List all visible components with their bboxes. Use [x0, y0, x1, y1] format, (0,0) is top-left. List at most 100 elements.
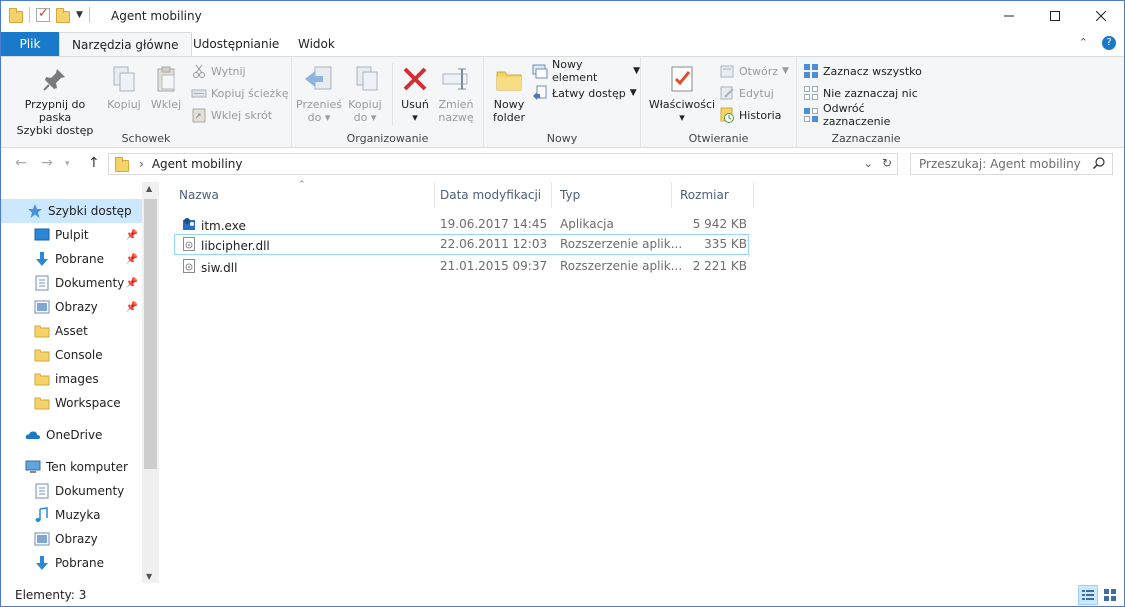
nav-item-workspace[interactable]: Workspace	[1, 391, 142, 415]
tab-home[interactable]: Narzędzia główne	[59, 32, 192, 56]
paste-button[interactable]: Wklej	[147, 63, 185, 111]
recent-locations-chevron-icon[interactable]: ▾	[65, 159, 70, 169]
address-history-chevron-icon[interactable]: ⌄	[864, 157, 873, 170]
cut-button[interactable]: Wytnij	[191, 61, 246, 81]
nav-item-this-pc[interactable]: Ten komputer	[1, 455, 142, 479]
nav-item-desktop[interactable]: Pulpit 📌	[1, 223, 142, 247]
tab-share[interactable]: Udostępnianie	[181, 32, 291, 56]
nav-item-downloads[interactable]: Pobrane 📌	[1, 247, 142, 271]
open-label: Otwórz	[739, 64, 778, 78]
paste-shortcut-button[interactable]: Wklej skrót	[191, 105, 272, 125]
search-icon[interactable]	[1092, 157, 1105, 172]
invert-selection-button[interactable]: Odwróć zaznaczenie	[803, 102, 935, 128]
nav-item-pc-pictures[interactable]: Obrazy	[1, 527, 142, 551]
up-arrow-icon[interactable]: ↑	[88, 155, 100, 171]
nav-item-onedrive[interactable]: OneDrive	[1, 423, 142, 447]
minimize-icon	[1004, 15, 1014, 17]
nav-item-console[interactable]: Console	[1, 343, 142, 367]
column-header-type[interactable]: Typ	[552, 182, 672, 208]
close-button[interactable]	[1078, 1, 1124, 31]
copy-button[interactable]: Kopiuj	[105, 63, 143, 111]
properties-icon[interactable]	[36, 6, 50, 22]
quick-access-toolbar: ▼	[9, 6, 90, 23]
edit-button[interactable]: Edytuj	[719, 83, 774, 103]
column-header-date[interactable]: Data modyfikacji	[432, 182, 552, 208]
nav-item-pictures[interactable]: Obrazy 📌	[1, 295, 142, 319]
ribbon-controls: ⌃ ?	[1079, 36, 1116, 50]
table-row[interactable]: itm.exe 19.06.2017 14:45 Aplikacja 5 942…	[174, 214, 749, 235]
open-button[interactable]: Otwórz ▼	[719, 61, 789, 81]
nav-item-documents[interactable]: Dokumenty 📌	[1, 271, 142, 295]
folder-icon	[34, 371, 50, 387]
nav-label: Szybki dostęp	[48, 204, 132, 218]
customize-toolbar-chevron-icon[interactable]: ▼	[76, 10, 83, 20]
new-folder-button[interactable]: Nowy folder	[488, 63, 530, 124]
pin-icon[interactable]: 📌	[126, 302, 138, 313]
nav-item-pc-downloads[interactable]: Pobrane	[1, 551, 142, 575]
file-date: 21.01.2015 09:37	[440, 259, 548, 273]
nav-item-quick-access[interactable]: Szybki dostęp	[1, 199, 142, 223]
close-icon	[1096, 11, 1106, 21]
copy-to-icon	[349, 63, 381, 95]
properties-checklist-icon	[666, 63, 698, 95]
rename-button[interactable]: Zmień nazwę	[434, 63, 478, 124]
copy-path-button[interactable]: Kopiuj ścieżkę	[191, 83, 288, 103]
refresh-icon[interactable]: ↻	[882, 156, 892, 170]
forward-arrow-icon[interactable]: →	[41, 155, 53, 171]
view-switcher	[1078, 585, 1120, 605]
help-icon[interactable]: ?	[1102, 36, 1116, 50]
pin-quick-access-button[interactable]: Przypnij do paska Szybki dostęp	[7, 63, 103, 137]
file-name: siw.dll	[201, 260, 238, 275]
tab-file[interactable]: Plik	[1, 32, 59, 56]
folder-icon	[115, 156, 129, 172]
nav-item-asset[interactable]: Asset	[1, 319, 142, 343]
large-icons-view-button[interactable]	[1100, 585, 1120, 605]
breadcrumb-current[interactable]: Agent mobiliny	[152, 157, 243, 171]
details-view-icon	[1082, 590, 1094, 600]
pictures-icon	[34, 299, 50, 315]
select-none-button[interactable]: Nie zaznaczaj nic	[803, 83, 918, 103]
select-none-icon	[803, 85, 819, 101]
search-input[interactable]: Przeszukaj: Agent mobiliny	[910, 153, 1113, 175]
column-header-name[interactable]: Nazwa	[171, 182, 435, 208]
column-header-size[interactable]: Rozmiar	[672, 182, 754, 208]
details-view-button[interactable]	[1078, 585, 1098, 605]
move-to-button[interactable]: Przenieś do ▾	[296, 63, 342, 124]
nav-scrollbar[interactable]: ▲ ▼	[142, 182, 159, 583]
tab-view[interactable]: Widok	[286, 32, 347, 56]
address-bar[interactable]: › Agent mobiliny ⌄ ↻	[108, 153, 898, 175]
pin-icon[interactable]: 📌	[126, 230, 138, 241]
nav-item-music[interactable]: Muzyka	[1, 503, 142, 527]
move-to-icon	[303, 63, 335, 95]
copy-to-button[interactable]: Kopiuj do ▾	[342, 63, 388, 124]
pin-icon[interactable]: 📌	[126, 254, 138, 265]
table-row[interactable]: siw.dll 21.01.2015 09:37 Rozszerzenie ap…	[174, 256, 749, 277]
maximize-button[interactable]	[1032, 1, 1078, 31]
open-group-label: Otwieranie	[688, 132, 749, 145]
scroll-up-icon[interactable]: ▲	[146, 184, 152, 193]
table-row[interactable]: libcipher.dll 22.06.2011 12:03 Rozszerze…	[174, 234, 749, 255]
move-to-label-line2: do ▾	[307, 111, 331, 124]
delete-dropdown-icon[interactable]: ▾	[396, 111, 434, 124]
edit-label: Edytuj	[739, 86, 774, 100]
collapse-ribbon-chevron-icon[interactable]: ⌃	[1079, 36, 1088, 50]
new-item-button[interactable]: Nowy element ▼	[532, 58, 640, 84]
minimize-button[interactable]	[986, 1, 1032, 31]
nav-item-pc-documents[interactable]: Dokumenty	[1, 479, 142, 503]
delete-button[interactable]: Usuń ▾	[396, 63, 434, 124]
easy-access-button[interactable]: Łatwy dostęp ▼	[532, 83, 637, 103]
history-button[interactable]: Historia	[719, 105, 781, 125]
nav-scroll-thumb[interactable]	[144, 199, 157, 469]
file-name-cell: siw.dll	[182, 259, 237, 276]
nav-item-images[interactable]: images	[1, 367, 142, 391]
properties-button[interactable]: Właściwości ▾	[647, 63, 717, 124]
back-arrow-icon[interactable]: ←	[15, 155, 27, 171]
properties-dropdown-icon[interactable]: ▾	[647, 111, 717, 124]
pin-icon[interactable]: 📌	[126, 278, 138, 289]
select-all-button[interactable]: Zaznacz wszystko	[803, 61, 922, 81]
new-folder-icon[interactable]	[56, 8, 70, 23]
breadcrumb-separator-icon[interactable]: ›	[139, 157, 144, 171]
rename-label-line1: Zmień	[438, 98, 474, 111]
scroll-down-icon[interactable]: ▼	[146, 572, 152, 581]
cut-label: Wytnij	[211, 64, 246, 78]
